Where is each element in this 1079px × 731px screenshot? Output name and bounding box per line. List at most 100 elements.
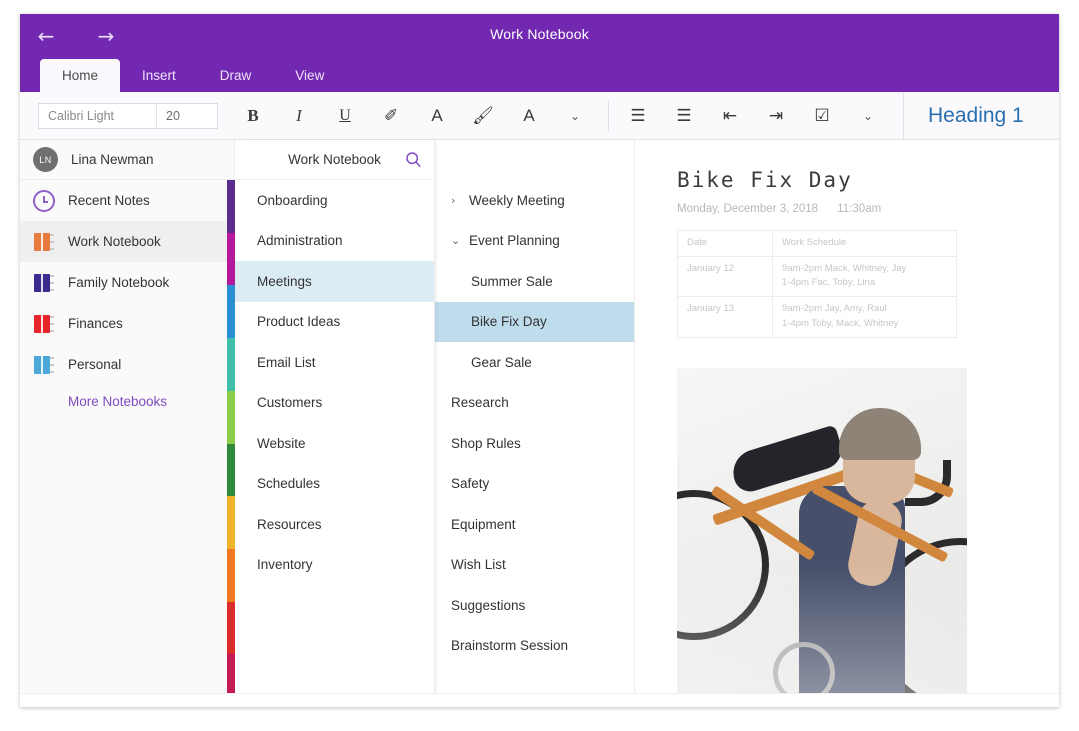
page-item-label: Weekly Meeting	[469, 193, 565, 208]
section-item-resources[interactable]: Resources	[235, 504, 434, 545]
chevron-down-icon[interactable]: ⌄	[451, 234, 465, 247]
sidebar-item-label: Recent Notes	[68, 193, 150, 208]
notebook-icon	[33, 272, 55, 294]
note-date-text: Monday, December 3, 2018	[677, 203, 818, 215]
notebook-sidebar: LN Lina Newman Recent Notes Work Notebook…	[20, 140, 235, 707]
page-item-label: Shop Rules	[451, 436, 521, 451]
paintbrush-button[interactable]: 🖌	[470, 103, 496, 129]
note-canvas[interactable]: Bike Fix Day Monday, December 3, 2018 11…	[635, 140, 1059, 707]
search-icon[interactable]	[405, 151, 422, 168]
text-format-group: BIU ✐ A 🖌 A ⌄	[240, 103, 588, 129]
sidebar-item-label: Personal	[68, 357, 121, 372]
section-panel-title: Work Notebook	[288, 152, 381, 167]
list-more-chevron-icon[interactable]: ⌄	[855, 103, 881, 129]
font-color-button[interactable]: A	[424, 103, 450, 129]
ribbon-tab-view[interactable]: View	[273, 59, 346, 92]
clear-formatting-button[interactable]: A	[516, 103, 542, 129]
page-item-brainstorm-session[interactable]: Brainstorm Session	[435, 626, 634, 667]
section-item-meetings[interactable]: Meetings	[235, 261, 434, 302]
window-title: Work Notebook	[20, 26, 1059, 42]
section-color-strip	[227, 180, 235, 707]
title-bar: ← → Work Notebook	[20, 14, 1059, 59]
status-bar	[20, 693, 1059, 707]
table-cell-schedule: 9am-2pm Jay, Amy, Raul 1-4pm Toby, Mack,…	[773, 297, 957, 337]
section-color-tab	[227, 602, 235, 655]
note-time-text: 11:30am	[837, 203, 881, 215]
page-item-label: Wish List	[451, 557, 506, 572]
section-color-tab	[227, 391, 235, 444]
note-title[interactable]: Bike Fix Day	[677, 168, 1059, 192]
bullet-list-button[interactable]: ☰	[625, 103, 651, 129]
section-item-onboarding[interactable]: Onboarding	[235, 180, 434, 221]
page-item-research[interactable]: Research	[435, 383, 634, 424]
section-item-administration[interactable]: Administration	[235, 221, 434, 262]
underline-button[interactable]: U	[332, 103, 358, 129]
account-name: Lina Newman	[71, 152, 154, 167]
section-item-website[interactable]: Website	[235, 423, 434, 464]
page-item-weekly-meeting[interactable]: › Weekly Meeting	[435, 180, 634, 221]
page-item-summer-sale[interactable]: Summer Sale	[435, 261, 634, 302]
page-item-label: Suggestions	[451, 598, 525, 613]
bicycle-photo	[677, 368, 967, 707]
page-item-gear-sale[interactable]: Gear Sale	[435, 342, 634, 383]
recent-clock-icon	[33, 190, 55, 212]
table-header-cell: Work Schedule	[773, 231, 957, 257]
ribbon-toolbar: Calibri Light 20 BIU ✐ A 🖌 A ⌄ ☰ ☰ ⇤ ⇥ ☑ ⌄ Heading…	[20, 92, 1059, 140]
more-notebooks-link[interactable]: More Notebooks	[20, 394, 234, 409]
page-item-label: Gear Sale	[471, 355, 532, 370]
section-panel-header: Work Notebook	[235, 140, 434, 180]
numbered-list-button[interactable]: ☰	[671, 103, 697, 129]
section-color-tab	[227, 549, 235, 602]
todo-checkbox-button[interactable]: ☑	[809, 103, 835, 129]
section-item-product-ideas[interactable]: Product Ideas	[235, 302, 434, 343]
section-color-tab	[227, 233, 235, 286]
font-controls: Calibri Light 20	[38, 103, 218, 129]
page-item-bike-fix-day[interactable]: Bike Fix Day	[435, 302, 634, 343]
table-row: January 139am-2pm Jay, Amy, Raul 1-4pm T…	[678, 297, 957, 337]
page-item-label: Event Planning	[469, 233, 560, 248]
ribbon-tab-insert[interactable]: Insert	[120, 59, 198, 92]
account-row[interactable]: LN Lina Newman	[20, 140, 234, 180]
page-item-shop-rules[interactable]: Shop Rules	[435, 423, 634, 464]
table-header-row: DateWork Schedule	[678, 231, 957, 257]
page-item-label: Research	[451, 395, 509, 410]
page-item-equipment[interactable]: Equipment	[435, 504, 634, 545]
page-item-suggestions[interactable]: Suggestions	[435, 585, 634, 626]
table-header-cell: Date	[678, 231, 773, 257]
format-more-chevron-icon[interactable]: ⌄	[562, 103, 588, 129]
table-row: January 129am-2pm Mack, Whitney, Jay 1-4…	[678, 256, 957, 296]
sidebar-item-finances[interactable]: Finances	[20, 303, 234, 344]
italic-button[interactable]: I	[286, 103, 312, 129]
ribbon-divider	[608, 101, 609, 131]
onenote-window: ← → Work Notebook HomeInsertDrawView Cal…	[20, 14, 1059, 707]
ribbon-tab-home[interactable]: Home	[40, 59, 120, 92]
increase-indent-button[interactable]: ⇥	[763, 103, 789, 129]
sidebar-item-recent-notes[interactable]: Recent Notes	[20, 180, 234, 221]
ribbon-tab-strip: HomeInsertDrawView	[20, 59, 1059, 92]
section-item-schedules[interactable]: Schedules	[235, 464, 434, 505]
page-item-label: Safety	[451, 476, 489, 491]
page-item-safety[interactable]: Safety	[435, 464, 634, 505]
sidebar-item-family-notebook[interactable]: Family Notebook	[20, 262, 234, 303]
style-heading-1[interactable]: Heading 1	[928, 104, 1024, 128]
notebook-icon	[33, 354, 55, 376]
decrease-indent-button[interactable]: ⇤	[717, 103, 743, 129]
table-cell-date: January 13	[678, 297, 773, 337]
section-item-customers[interactable]: Customers	[235, 383, 434, 424]
section-item-inventory[interactable]: Inventory	[235, 545, 434, 586]
page-item-wish-list[interactable]: Wish List	[435, 545, 634, 586]
chevron-right-icon[interactable]: ›	[451, 194, 465, 207]
bold-button[interactable]: B	[240, 103, 266, 129]
section-color-tab	[227, 496, 235, 549]
page-item-event-planning[interactable]: ⌄ Event Planning	[435, 221, 634, 262]
font-name-input[interactable]: Calibri Light	[39, 104, 157, 128]
notebook-icon	[33, 313, 55, 335]
sidebar-item-work-notebook[interactable]: Work Notebook	[20, 221, 234, 262]
highlighter-button[interactable]: ✐	[378, 103, 404, 129]
page-item-label: Summer Sale	[471, 274, 553, 289]
page-item-label: Bike Fix Day	[471, 314, 547, 329]
font-size-input[interactable]: 20	[157, 104, 217, 128]
section-item-email-list[interactable]: Email List	[235, 342, 434, 383]
ribbon-tab-draw[interactable]: Draw	[198, 59, 274, 92]
sidebar-item-personal[interactable]: Personal	[20, 344, 234, 385]
